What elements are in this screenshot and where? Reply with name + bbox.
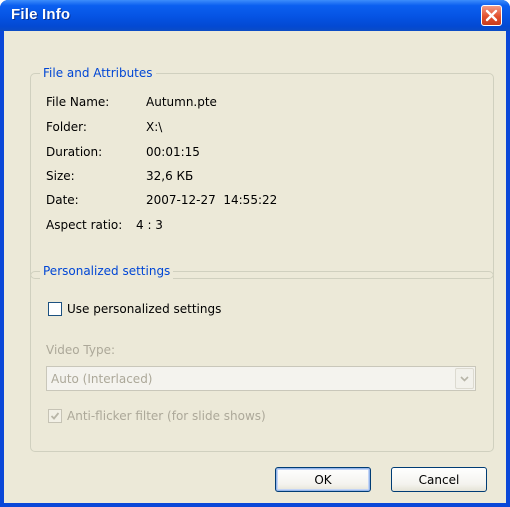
duration-value: 00:01:15 [146, 145, 200, 159]
dropdown-arrow[interactable] [455, 368, 474, 389]
checkmark-icon [50, 412, 60, 420]
chevron-down-icon [460, 375, 469, 382]
date-value: 2007-12-27 14:55:22 [146, 193, 278, 207]
use-personalized-label[interactable]: Use personalized settings [67, 301, 221, 317]
title-bar[interactable]: File Info [0, 0, 510, 31]
file-name-label: File Name: [46, 95, 110, 109]
dialog-body: File and Attributes File Name: Autumn.pt… [4, 31, 506, 503]
personalized-settings-legend: Personalized settings [40, 263, 174, 279]
aspect-ratio-label: Aspect ratio: [46, 218, 123, 232]
date-label: Date: [46, 193, 79, 207]
video-type-value: Auto (Interlaced) [51, 372, 153, 386]
window-title: File Info [11, 6, 71, 23]
close-icon [485, 9, 498, 22]
video-type-dropdown[interactable]: Auto (Interlaced) [46, 366, 476, 391]
duration-label: Duration: [46, 145, 103, 159]
video-type-label: Video Type: [46, 343, 116, 357]
size-label: Size: [46, 169, 75, 183]
folder-value: X:\ [146, 120, 163, 134]
anti-flicker-checkbox[interactable] [48, 409, 62, 423]
file-attributes-legend: File and Attributes [40, 65, 156, 81]
use-personalized-checkbox[interactable] [48, 302, 62, 316]
ok-button[interactable]: OK [275, 467, 371, 492]
folder-label: Folder: [46, 120, 87, 134]
size-value: 32,6 КБ [146, 169, 194, 183]
file-info-dialog: File Info File and Attributes File Name:… [0, 0, 510, 507]
personalized-settings-group: Personalized settings [30, 263, 494, 452]
aspect-ratio-value: 4 : 3 [136, 218, 163, 232]
anti-flicker-label: Anti-flicker filter (for slide shows) [67, 409, 266, 423]
cancel-button[interactable]: Cancel [391, 467, 487, 492]
close-button[interactable] [481, 5, 502, 26]
file-name-value: Autumn.pte [146, 95, 217, 109]
